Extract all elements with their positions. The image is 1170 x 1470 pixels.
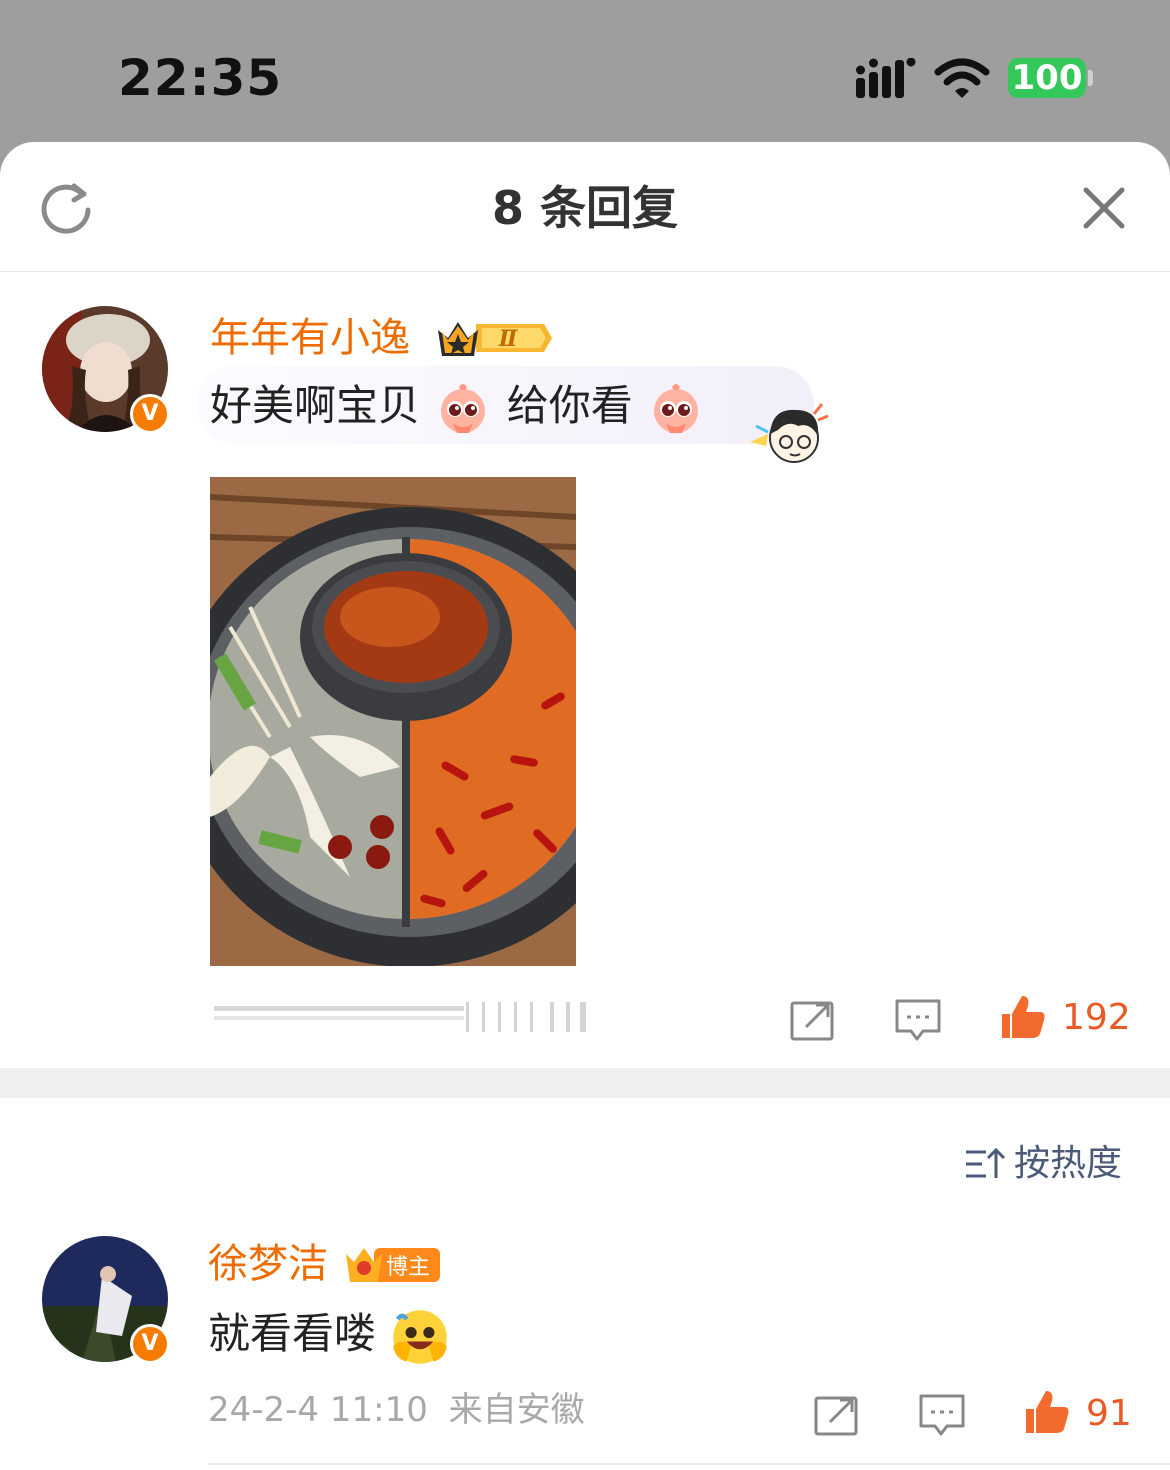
share-icon[interactable] bbox=[788, 995, 838, 1045]
vip-level-text: Ⅱ bbox=[498, 326, 519, 352]
hotpot-photo bbox=[210, 477, 576, 966]
comment-image[interactable] bbox=[210, 477, 576, 966]
comment-text-part1: 好美啊宝贝 bbox=[210, 381, 421, 430]
section-divider bbox=[0, 1068, 1170, 1098]
battery-tip bbox=[1088, 70, 1093, 86]
blurred-meta-placeholder bbox=[214, 1002, 586, 1032]
sheet-title: 8 条回复 bbox=[491, 181, 679, 235]
blogger-badge-icon: 博主 bbox=[346, 1248, 440, 1282]
reply-location: 来自安徽 bbox=[448, 1390, 585, 1430]
comment-icon[interactable] bbox=[917, 1390, 967, 1440]
reply-time: 24-2-4 11:10 bbox=[208, 1390, 428, 1430]
like-count: 91 bbox=[1086, 1393, 1132, 1434]
sort-icon bbox=[966, 1147, 1006, 1178]
like-icon[interactable] bbox=[998, 992, 1048, 1042]
sheet-header: 8 条回复 bbox=[0, 142, 1170, 272]
reply-meta: 24-2-4 11:10 来自安徽 bbox=[208, 1388, 585, 1432]
verified-badge-icon: V bbox=[130, 394, 170, 434]
comment-icon[interactable] bbox=[893, 995, 943, 1045]
blogger-badge-text: 博主 bbox=[386, 1255, 430, 1280]
sort-label: 按热度 bbox=[1014, 1143, 1123, 1184]
close-icon[interactable] bbox=[1080, 184, 1128, 232]
battery-icon: 100 bbox=[1008, 58, 1086, 98]
reply-text: 就看看喽 bbox=[208, 1306, 453, 1366]
wifi-icon bbox=[934, 58, 990, 98]
reply-text-content: 就看看喽 bbox=[208, 1309, 377, 1358]
peach-emoji-icon bbox=[654, 383, 699, 433]
reply-username[interactable]: 徐梦洁 bbox=[208, 1240, 328, 1288]
share-icon[interactable] bbox=[812, 1390, 862, 1440]
peach-emoji-icon bbox=[441, 383, 486, 433]
bubble-cartoon-avatar-icon bbox=[750, 403, 829, 463]
comment-text-part2: 给你看 bbox=[506, 381, 633, 430]
status-bar: 22:35 100 bbox=[0, 0, 1170, 142]
reply-divider bbox=[208, 1463, 1170, 1465]
comment-text: 好美啊宝贝 给你看 bbox=[210, 378, 706, 435]
verified-badge-icon: V bbox=[130, 1324, 170, 1364]
hug-face-emoji-icon bbox=[393, 1309, 448, 1364]
comment-username[interactable]: 年年有小逸 bbox=[210, 314, 410, 362]
signal-icon bbox=[856, 58, 916, 98]
like-icon[interactable] bbox=[1022, 1387, 1072, 1437]
status-time: 22:35 bbox=[118, 49, 283, 107]
like-count: 192 bbox=[1062, 997, 1131, 1038]
replies-sheet: 8 条回复 V 年年有小逸 Ⅱ 好美啊宝贝 给你看 192 按热度 V 徐梦洁 … bbox=[0, 142, 1170, 1470]
sort-by-hot-button[interactable]: 按热度 bbox=[964, 1142, 1122, 1186]
vip-crown-badge-icon: Ⅱ bbox=[438, 322, 552, 356]
